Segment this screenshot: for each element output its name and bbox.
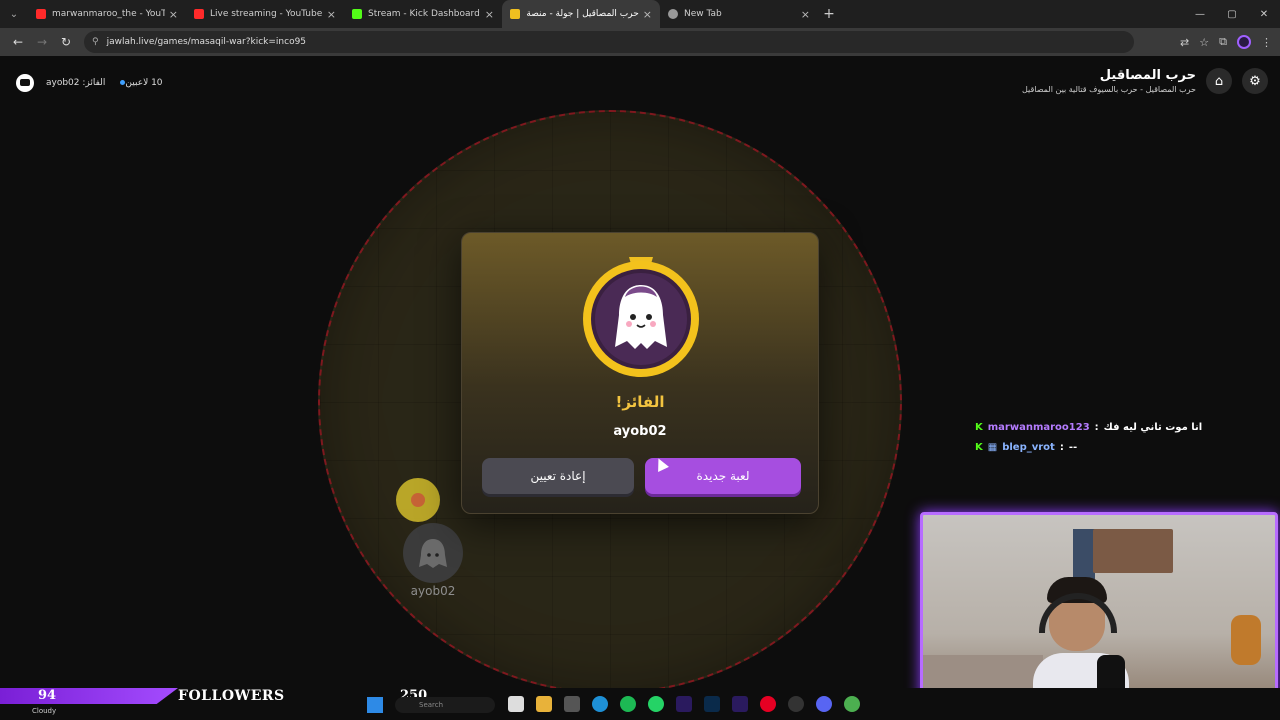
tab-title: marwanmaroo_the - YouTube (52, 9, 165, 19)
obs-icon[interactable] (788, 696, 804, 712)
badge-icon: ▦ (987, 441, 998, 453)
browser-tab[interactable]: marwanmaroo_the - YouTube × (28, 0, 186, 28)
jawlah-favicon-icon (510, 9, 520, 19)
edge-icon[interactable] (592, 696, 608, 712)
home-icon: ⌂ (1214, 73, 1224, 89)
chrome-icon[interactable] (844, 696, 860, 712)
weapon-token (396, 478, 440, 522)
address-bar[interactable]: ⚲ jawlah.live/games/masaqil-war?kick=inc… (84, 31, 1134, 53)
winner-heading: الفائز! (615, 393, 665, 411)
tab-close-icon[interactable]: × (643, 8, 652, 21)
chat-username: marwanmaroo123 (987, 421, 1090, 433)
window-controls: — ▢ ✕ (1184, 0, 1280, 28)
player-avatar (403, 523, 463, 583)
chrome-favicon-icon (668, 9, 678, 19)
tab-close-icon[interactable]: × (169, 8, 178, 21)
chat-separator: : (1059, 441, 1064, 453)
chat-text: -- (1068, 441, 1078, 453)
browser-tab[interactable]: Stream - Kick Dashboard × (344, 0, 502, 28)
webcam-lamp (1231, 615, 1261, 665)
chat-toggle-icon[interactable] (16, 74, 34, 92)
followers-banner (0, 688, 178, 704)
spotify-icon[interactable] (620, 696, 636, 712)
maximize-icon[interactable]: ▢ (1216, 0, 1248, 28)
tab-title: Live streaming - YouTube Studio (210, 9, 323, 19)
new-game-button[interactable]: لعبة جديدة (645, 458, 801, 494)
settings-button[interactable]: ⚙ (1242, 68, 1268, 94)
windows-start-icon[interactable] (367, 697, 383, 713)
url-text: jawlah.live/games/masaqil-war?kick=inco9… (106, 37, 307, 47)
trophy-medal-icon (583, 257, 699, 377)
close-window-icon[interactable]: ✕ (1248, 0, 1280, 28)
taskbar-apps (508, 696, 860, 712)
tab-title: New Tab (684, 9, 722, 19)
browser-tab[interactable]: New Tab × (660, 0, 818, 28)
stream-bottom-bar: 94 Cloudy FOLLOWERS 250 Search (0, 688, 1280, 720)
tab-title: حرب المصاقيل | جولة - منصة الألعاب الت (526, 9, 639, 19)
kick-logo-icon: K (975, 421, 983, 433)
more-menu-icon[interactable]: ⋮ (1261, 36, 1272, 49)
kick-logo-icon: K (975, 441, 983, 453)
extensions-icon[interactable]: ⧉ (1219, 35, 1227, 49)
after-effects-icon[interactable] (732, 696, 748, 712)
taskbar-search[interactable]: Search (395, 697, 495, 713)
profile-avatar-icon[interactable] (1237, 35, 1251, 49)
site-info-icon[interactable]: ⚲ (92, 37, 99, 47)
weather-label: Cloudy (32, 707, 57, 715)
browser-tab-active[interactable]: حرب المصاقيل | جولة - منصة الألعاب الت × (502, 0, 660, 28)
photoshop-icon[interactable] (704, 696, 720, 712)
discord-icon[interactable] (816, 696, 832, 712)
webcam-feed (920, 512, 1278, 716)
chat-separator: : (1094, 421, 1099, 433)
tab-title: Stream - Kick Dashboard (368, 9, 480, 19)
tab-search-chevron-icon[interactable]: ⌄ (0, 0, 28, 28)
ghost-avatar-icon (419, 539, 447, 568)
winner-status: الفائز: ayob02 (46, 78, 106, 88)
webcam-shelf (1093, 529, 1173, 573)
game-subtitle: حرب المصاقيل - حرب بالسيوف قتالية بين ال… (1021, 85, 1196, 94)
chat-text: انا موت تاني ليه فك (1103, 421, 1203, 433)
stream-chat-overlay: K marwanmaroo123 : انا موت تاني ليه فك K… (975, 417, 1202, 457)
home-button[interactable]: ⌂ (1206, 68, 1232, 94)
reload-icon[interactable]: ↻ (54, 30, 78, 54)
players-count: 10 لاعبين (117, 78, 163, 88)
winner-name: ayob02 (613, 424, 667, 439)
premiere-icon[interactable] (676, 696, 692, 712)
youtube-favicon-icon (36, 9, 46, 19)
translate-icon[interactable]: ⇄ (1180, 36, 1189, 49)
file-explorer-icon[interactable] (536, 696, 552, 712)
followers-label: FOLLOWERS (178, 688, 285, 704)
browser-tab-strip: ⌄ marwanmaroo_the - YouTube × Live strea… (0, 0, 1280, 28)
player-name-label: ayob02 (410, 584, 456, 598)
back-arrow-icon[interactable]: ← (6, 30, 30, 54)
forward-arrow-icon[interactable]: → (30, 30, 54, 54)
tab-close-icon[interactable]: × (327, 8, 336, 21)
whatsapp-icon[interactable] (648, 696, 664, 712)
bookmark-star-icon[interactable]: ☆ (1199, 36, 1209, 49)
tab-close-icon[interactable]: × (485, 8, 494, 21)
calculator-icon[interactable] (564, 696, 580, 712)
minimize-icon[interactable]: — (1184, 0, 1216, 28)
chat-message: K marwanmaroo123 : انا موت تاني ليه فك (975, 417, 1202, 437)
reset-button[interactable]: إعادة تعيين (482, 458, 634, 494)
gear-icon: ⚙ (1249, 73, 1261, 89)
winner-modal: الفائز! ayob02 إعادة تعيين لعبة جديدة (461, 232, 819, 514)
taskview-icon[interactable] (508, 696, 524, 712)
followers-count: 94 (38, 688, 57, 703)
chat-username: blep_vrot (1002, 441, 1055, 453)
browser-toolbar: ← → ↻ ⚲ jawlah.live/games/masaqil-war?ki… (0, 28, 1280, 56)
kick-favicon-icon (352, 9, 362, 19)
webcam-poster (1073, 529, 1095, 579)
browser-tab[interactable]: Live streaming - YouTube Studio × (186, 0, 344, 28)
chat-message: K ▦ blep_vrot : -- (975, 437, 1202, 457)
new-tab-plus-icon[interactable]: + (818, 3, 840, 25)
pinterest-icon[interactable] (760, 696, 776, 712)
game-status-bar: الفائز: ayob02 10 لاعبين (16, 74, 163, 92)
game-header: حرب المصاقيل حرب المصاقيل - حرب بالسيوف … (1022, 68, 1268, 94)
game-title: حرب المصاقيل (1099, 68, 1196, 83)
tab-close-icon[interactable]: × (801, 8, 810, 21)
youtube-studio-favicon-icon (194, 9, 204, 19)
